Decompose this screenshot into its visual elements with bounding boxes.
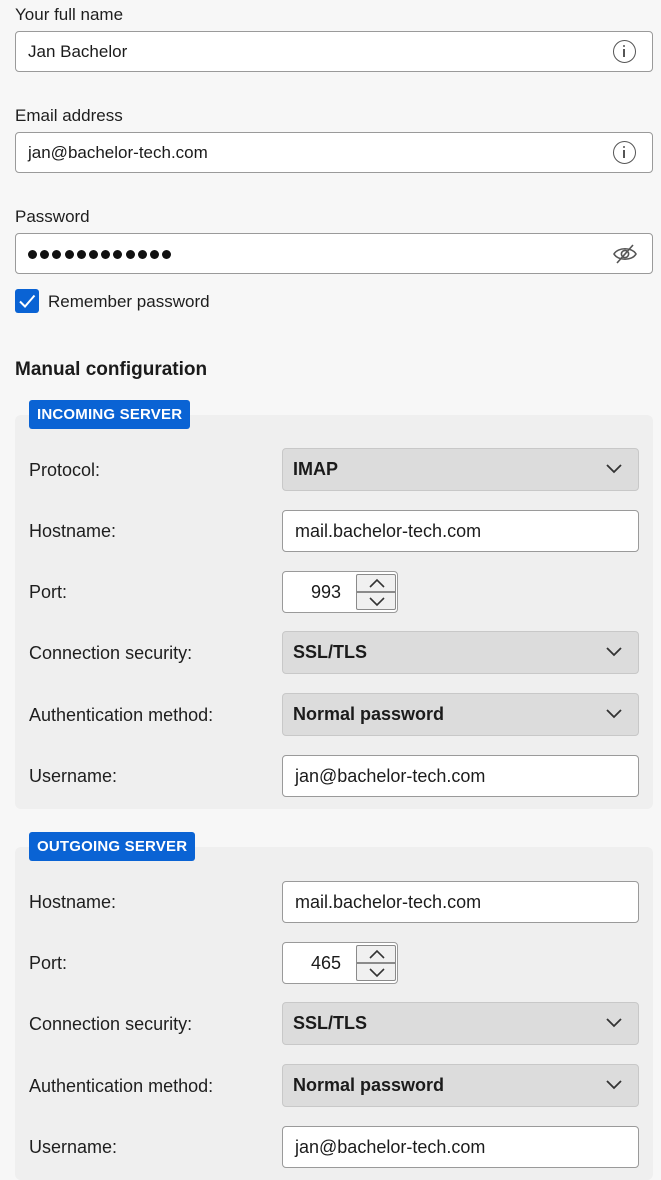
incoming-hostname-label: Hostname:	[29, 521, 117, 541]
manual-config-title: Manual configuration	[15, 359, 208, 380]
port-decrement-button[interactable]	[356, 592, 396, 610]
password-dot	[162, 250, 172, 259]
password-dot	[149, 250, 159, 259]
outgoing-auth-value: Normal password	[293, 1075, 445, 1095]
chevron-up-icon	[369, 578, 385, 588]
outgoing-hostname-label: Hostname:	[29, 892, 117, 912]
password-dot	[88, 250, 98, 259]
chevron-down-icon	[606, 1080, 622, 1090]
remember-password-checkbox[interactable]	[15, 289, 39, 313]
incoming-port-value: 993	[310, 582, 341, 602]
password-dot	[113, 250, 123, 259]
incoming-security-select[interactable]: SSL/TLS	[282, 631, 639, 674]
password-dot	[52, 250, 62, 259]
outgoing-server-tag: OUTGOING SERVER	[29, 832, 196, 861]
incoming-username-input[interactable]: jan@bachelor-tech.com	[282, 755, 639, 797]
password-dot	[101, 250, 111, 259]
incoming-hostname-value: mail.bachelor-tech.com	[295, 521, 482, 541]
outgoing-port-label: Port:	[29, 953, 68, 973]
checkmark-icon	[19, 294, 36, 308]
protocol-label: Protocol:	[29, 460, 101, 480]
outgoing-hostname-input[interactable]: mail.bachelor-tech.com	[282, 881, 639, 923]
full-name-label: Your full name	[15, 5, 124, 24]
full-name-input[interactable]: Jan Bachelor	[15, 31, 653, 72]
incoming-auth-value: Normal password	[293, 704, 445, 724]
incoming-hostname-input[interactable]: mail.bachelor-tech.com	[282, 510, 639, 552]
outgoing-username-label: Username:	[29, 1137, 118, 1157]
chevron-down-icon	[606, 464, 622, 474]
password-dots	[28, 244, 172, 259]
outgoing-hostname-value: mail.bachelor-tech.com	[295, 892, 482, 912]
password-dot	[64, 250, 74, 259]
outgoing-security-select[interactable]: SSL/TLS	[282, 1002, 639, 1045]
incoming-security-label: Connection security:	[29, 643, 193, 663]
password-dot	[137, 250, 147, 259]
email-input[interactable]: jan@bachelor-tech.com	[15, 132, 653, 173]
outgoing-port-value: 465	[310, 953, 341, 973]
port-increment-button[interactable]	[356, 945, 396, 963]
incoming-username-label: Username:	[29, 766, 118, 786]
info-icon[interactable]	[613, 141, 636, 164]
incoming-port-label: Port:	[29, 582, 68, 602]
info-icon[interactable]	[613, 40, 636, 63]
remember-password-label[interactable]: Remember password	[48, 292, 210, 312]
password-dot	[40, 250, 50, 259]
incoming-port-stepper[interactable]: 993	[282, 571, 398, 613]
port-increment-button[interactable]	[356, 574, 396, 592]
email-label: Email address	[15, 106, 123, 125]
port-decrement-button[interactable]	[356, 963, 396, 981]
outgoing-auth-label: Authentication method:	[29, 1076, 214, 1096]
chevron-up-icon	[369, 949, 385, 959]
incoming-auth-label: Authentication method:	[29, 705, 214, 725]
incoming-username-value: jan@bachelor-tech.com	[295, 766, 486, 786]
email-value: jan@bachelor-tech.com	[28, 143, 208, 162]
password-input[interactable]	[15, 233, 653, 274]
outgoing-security-label: Connection security:	[29, 1014, 193, 1034]
incoming-server-tag: INCOMING SERVER	[29, 400, 191, 429]
password-label: Password	[15, 207, 90, 226]
protocol-select[interactable]: IMAP	[282, 448, 639, 491]
chevron-down-icon	[369, 968, 385, 978]
outgoing-username-value: jan@bachelor-tech.com	[295, 1137, 486, 1157]
outgoing-security-value: SSL/TLS	[293, 1013, 368, 1033]
incoming-auth-select[interactable]: Normal password	[282, 693, 639, 736]
chevron-down-icon	[606, 709, 622, 719]
password-dot	[125, 250, 135, 259]
chevron-down-icon	[369, 597, 385, 607]
outgoing-auth-select[interactable]: Normal password	[282, 1064, 639, 1107]
full-name-value: Jan Bachelor	[28, 42, 128, 61]
protocol-value: IMAP	[293, 459, 338, 479]
password-dot	[28, 250, 37, 259]
outgoing-username-input[interactable]: jan@bachelor-tech.com	[282, 1126, 639, 1168]
chevron-down-icon	[606, 1018, 622, 1028]
chevron-down-icon	[606, 647, 622, 657]
incoming-security-value: SSL/TLS	[293, 642, 368, 662]
password-dot	[76, 250, 86, 259]
outgoing-port-stepper[interactable]: 465	[282, 942, 398, 984]
eye-hidden-icon[interactable]	[612, 243, 638, 265]
